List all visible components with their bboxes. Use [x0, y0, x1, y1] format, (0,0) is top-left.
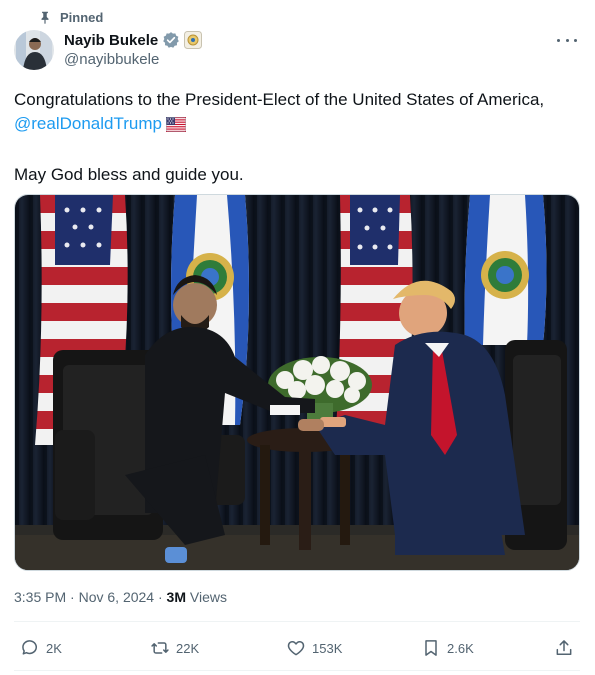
display-name[interactable]: Nayib Bukele: [64, 32, 158, 49]
us-flag-icon: [165, 115, 186, 139]
tweet-date[interactable]: Nov 6, 2024: [79, 589, 155, 605]
bookmark-icon: [425, 640, 437, 656]
heart-icon: [287, 641, 305, 656]
repost-icon: [151, 642, 169, 654]
like-button[interactable]: 153K: [286, 636, 342, 660]
meta-separator: ·: [70, 589, 75, 605]
pinned-indicator: Pinned: [38, 9, 103, 25]
reply-button[interactable]: 2K: [20, 636, 62, 660]
government-seal-icon: [184, 31, 203, 49]
repost-button[interactable]: 22K: [150, 636, 199, 660]
tweet-text-line2: May God bless and guide you.: [14, 165, 244, 184]
share-icon: [556, 640, 572, 655]
author-name-row: Nayib Bukele: [64, 30, 203, 50]
meta-separator-2: ·: [157, 589, 163, 605]
tweet-text: Congratulations to the President-Elect o…: [14, 88, 579, 187]
mention-link[interactable]: @realDonaldTrump: [14, 114, 162, 133]
tweet-time[interactable]: 3:35 PM: [14, 589, 66, 605]
action-bar: 2K 22K 153K 2.6K: [14, 636, 580, 660]
verified-badge-icon: [163, 32, 180, 48]
divider-bottom: [14, 670, 580, 671]
share-button[interactable]: [554, 636, 574, 660]
avatar[interactable]: [14, 30, 54, 70]
author-handle[interactable]: @nayibbukele: [64, 51, 159, 68]
divider-top: [14, 621, 580, 622]
views-label: Views: [189, 589, 227, 605]
reply-count: 2K: [46, 640, 62, 656]
bookmark-button[interactable]: 2.6K: [421, 636, 474, 660]
pin-icon: [41, 11, 49, 24]
bookmark-count: 2.6K: [447, 640, 474, 656]
repost-count: 22K: [176, 640, 200, 656]
pinned-label: Pinned: [60, 9, 104, 25]
tweet-photo[interactable]: [14, 194, 580, 571]
reply-icon: [22, 640, 37, 655]
tweet-meta: 3:35 PM · Nov 6, 2024 · 3M Views: [14, 589, 227, 605]
more-options-icon[interactable]: [557, 32, 577, 48]
views-count: 3M: [166, 589, 186, 605]
like-count: 153K: [312, 640, 343, 656]
tweet-text-line1: Congratulations to the President-Elect o…: [14, 90, 545, 109]
